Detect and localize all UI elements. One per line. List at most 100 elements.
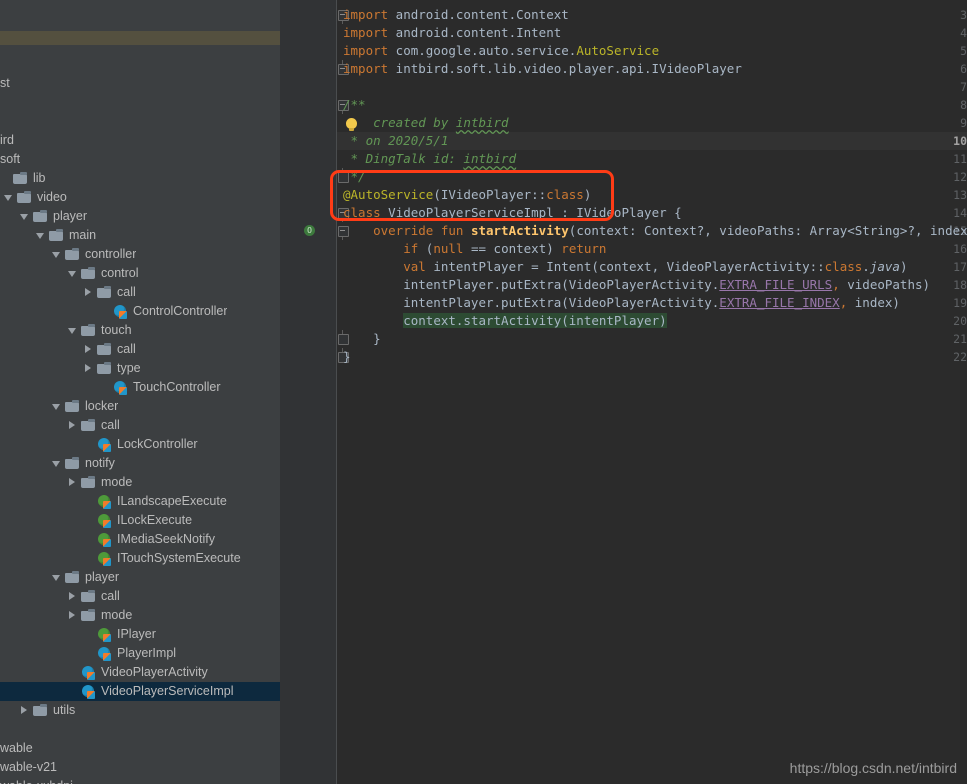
code-line[interactable]: /** [337, 96, 366, 114]
tree-item-lib[interactable]: lib [0, 169, 280, 188]
tree-item-type[interactable]: type [0, 359, 280, 378]
folder-icon [65, 399, 80, 414]
tree-item-call[interactable]: call [0, 416, 280, 435]
code-line[interactable]: */ [337, 168, 366, 186]
tree-item-label: call [101, 589, 120, 603]
chevron-right-icon[interactable] [84, 345, 93, 354]
kotlin-class-icon [97, 646, 112, 661]
tree-item-imediaseeknotify[interactable]: IMediaSeekNotify [0, 530, 280, 549]
chevron-down-icon[interactable] [52, 573, 61, 582]
tree-item-lockcontroller[interactable]: LockController [0, 435, 280, 454]
code-line[interactable]: intentPlayer.putExtra(VideoPlayerActivit… [337, 294, 900, 312]
chevron-right-icon[interactable] [68, 611, 77, 620]
tree-item-main[interactable]: main [0, 226, 280, 245]
spacer-icon [100, 383, 109, 392]
folder-icon [81, 418, 96, 433]
tree-item-videoplayeractivity[interactable]: VideoPlayerActivity [0, 663, 280, 682]
tree-item-label: LockController [117, 437, 198, 451]
tree-item-touchcontroller[interactable]: TouchController [0, 378, 280, 397]
project-tree-panel[interactable]: st ird soft wable wable-v21 wable-xxhdpi lib v… [0, 0, 280, 784]
code-line[interactable]: created by intbird [337, 114, 508, 132]
tree-item-mode[interactable]: mode [0, 606, 280, 625]
editor-gutter[interactable] [280, 0, 337, 784]
tree-item-playerimpl[interactable]: PlayerImpl [0, 644, 280, 663]
tree-item-label: ird [0, 133, 14, 147]
tree-item-label: controller [85, 247, 137, 261]
watermark-url: https://blog.csdn.net/intbird [789, 760, 957, 776]
tree-item-itouchsystemexecute[interactable]: ITouchSystemExecute [0, 549, 280, 568]
code-line[interactable]: * on 2020/5/1 [337, 132, 449, 150]
tree-item-partial[interactable]: wable-xxhdpi [0, 777, 280, 784]
chevron-right-icon[interactable] [84, 288, 93, 297]
folder-icon [97, 342, 112, 357]
tree-item-iplayer[interactable]: IPlayer [0, 625, 280, 644]
tree-item-videoplayerserviceimpl[interactable]: VideoPlayerServiceImpl [0, 682, 280, 701]
tree-item-partial[interactable]: wable-v21 [0, 758, 280, 777]
kotlin-class-icon [81, 684, 96, 699]
tree-item-partial[interactable]: ird [0, 131, 280, 150]
tree-item-partial[interactable]: wable [0, 739, 280, 758]
editor-area[interactable]: 3 4 5 6 7 8 9 10 11 12 13 14 15 16 17 18 19 20 21 22 import… [280, 0, 967, 784]
folder-icon [65, 456, 80, 471]
code-line[interactable]: context.startActivity(intentPlayer) [337, 312, 667, 330]
chevron-right-icon[interactable] [68, 421, 77, 430]
code-line[interactable]: import android.content.Intent [337, 24, 561, 42]
tree-item-partial[interactable]: st [0, 74, 280, 93]
tree-item-ilockexecute[interactable]: ILockExecute [0, 511, 280, 530]
code-line[interactable]: } [337, 348, 351, 366]
code-line[interactable]: override fun startActivity(context: Cont… [337, 222, 967, 240]
code-line[interactable]: import intbird.soft.lib.video.player.api… [337, 60, 742, 78]
chevron-down-icon[interactable] [20, 212, 29, 221]
tree-item-player[interactable]: player [0, 568, 280, 587]
tree-item-label: TouchController [133, 380, 221, 394]
intention-bulb-icon[interactable] [346, 118, 357, 131]
code-line[interactable]: @AutoService(IVideoPlayer::class) [337, 186, 591, 204]
tree-item-partial[interactable]: soft [0, 150, 280, 169]
folder-icon [81, 589, 96, 604]
tree-item-touch[interactable]: touch [0, 321, 280, 340]
tree-item-label: ITouchSystemExecute [117, 551, 241, 565]
code-line[interactable]: import android.content.Context [337, 6, 569, 24]
chevron-right-icon[interactable] [68, 478, 77, 487]
chevron-down-icon[interactable] [68, 326, 77, 335]
tree-item-control[interactable]: control [0, 264, 280, 283]
chevron-down-icon[interactable] [68, 269, 77, 278]
code-line[interactable]: } [337, 330, 381, 348]
chevron-right-icon[interactable] [20, 706, 29, 715]
tree-item-mode[interactable]: mode [0, 473, 280, 492]
chevron-down-icon[interactable] [52, 402, 61, 411]
tree-item-label: mode [101, 475, 133, 489]
code-line[interactable]: intentPlayer.putExtra(VideoPlayerActivit… [337, 276, 930, 294]
chevron-right-icon[interactable] [84, 364, 93, 373]
kotlin-interface-icon [97, 513, 112, 528]
code-line[interactable] [337, 78, 343, 96]
code-line[interactable]: val intentPlayer = Intent(context, Video… [337, 258, 907, 276]
tree-item-label: touch [101, 323, 132, 337]
tree-item-video[interactable]: video [0, 188, 280, 207]
tree-item-controlcontroller[interactable]: ControlController [0, 302, 280, 321]
spacer-icon [68, 668, 77, 677]
tree-item-utils[interactable]: utils [0, 701, 280, 720]
chevron-down-icon[interactable] [52, 250, 61, 259]
tree-item-ilandscapeexecute[interactable]: ILandscapeExecute [0, 492, 280, 511]
tree-item-call[interactable]: call [0, 340, 280, 359]
kotlin-class-icon [113, 304, 128, 319]
chevron-down-icon[interactable] [4, 193, 13, 202]
code-line[interactable]: import com.google.auto.service.AutoServi… [337, 42, 659, 60]
chevron-down-icon[interactable] [52, 459, 61, 468]
tree-item-controller[interactable]: controller [0, 245, 280, 264]
tree-item-player[interactable]: player [0, 207, 280, 226]
tree-item-call[interactable]: call [0, 587, 280, 606]
override-gutter-icon[interactable]: O [304, 225, 315, 236]
tree-item-locker[interactable]: locker [0, 397, 280, 416]
line-number: 21 [953, 332, 967, 346]
chevron-down-icon[interactable] [36, 231, 45, 240]
code-line[interactable]: class VideoPlayerServiceImpl : IVideoPla… [337, 204, 682, 222]
tree-item-notify[interactable]: notify [0, 454, 280, 473]
code-line[interactable]: if (null == context) return [337, 240, 606, 258]
chevron-right-icon[interactable] [68, 592, 77, 601]
code-line[interactable]: * DingTalk id: intbird [337, 150, 517, 168]
spacer-icon [0, 174, 9, 183]
tree-item-label: wable-v21 [0, 760, 57, 774]
tree-item-call[interactable]: call [0, 283, 280, 302]
